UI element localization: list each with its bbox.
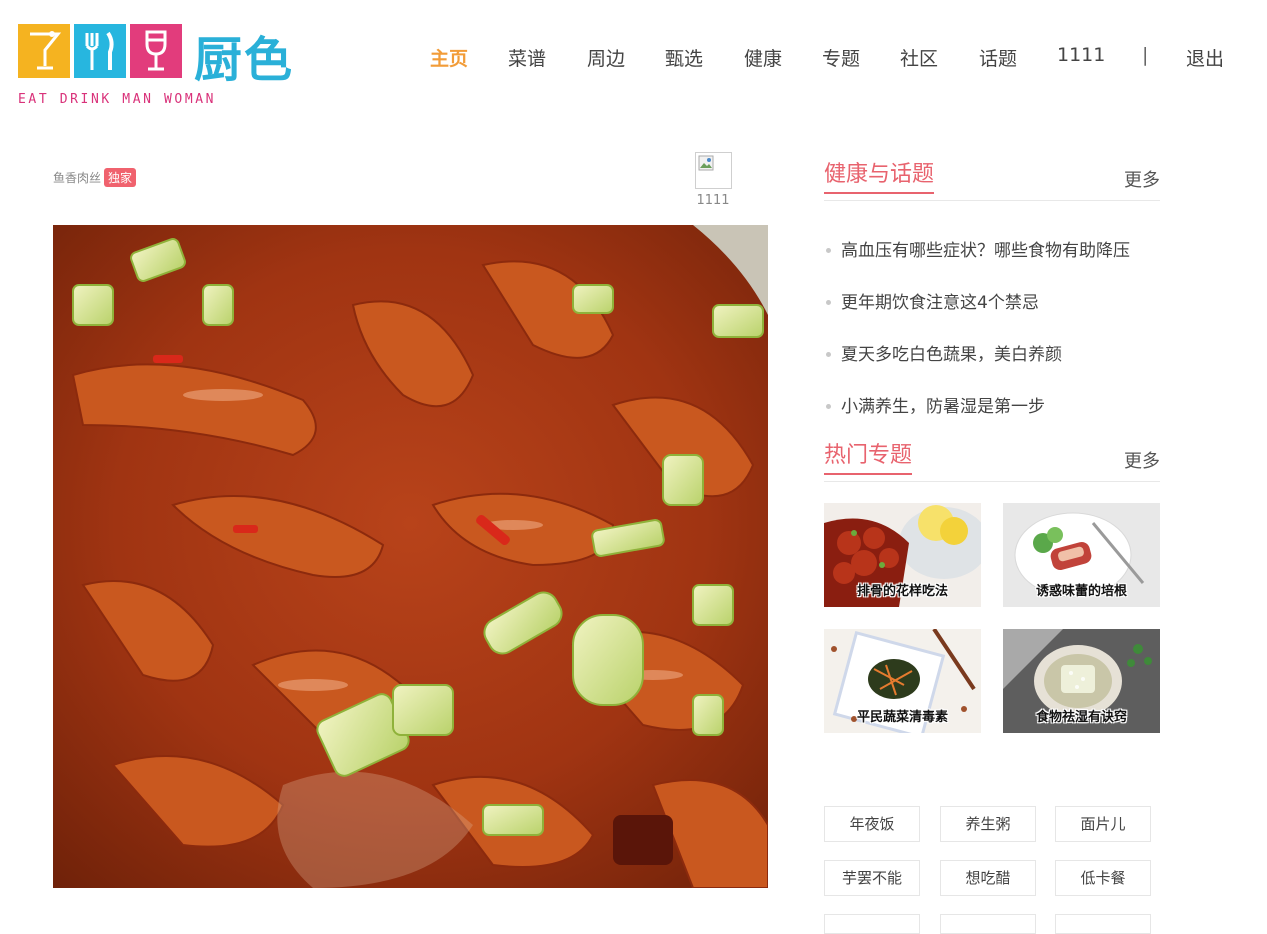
health-more-link[interactable]: 更多 [1124,166,1160,192]
nav-username[interactable]: 1111 [1057,44,1105,66]
nav-topics[interactable]: 话题 [979,44,1017,71]
tag-button[interactable]: 养生粥 [940,806,1036,842]
tag-button[interactable]: 想吃醋 [940,860,1036,896]
topic-caption: 诱惑味蕾的培根 [1035,584,1127,599]
list-item[interactable]: 更年期饮食注意这4个禁忌 [824,277,1160,329]
list-item[interactable]: 夏天多吃白色蔬果，美白养颜 [824,329,1160,381]
author-name[interactable]: 1111 [693,193,733,208]
hot-section-header: 热门专题 更多 [824,437,1160,482]
health-section-title: 健康与话题 [824,156,935,194]
nav-separator: | [1142,44,1149,66]
tag-button[interactable] [1055,914,1151,934]
broken-image-icon [698,155,713,171]
topic-caption: 食物祛湿有诀窍 [1035,710,1127,725]
hot-section-title: 热门专题 [824,437,913,475]
author-info[interactable]: 1111 [693,152,733,208]
health-section-header: 健康与话题 更多 [824,156,1160,201]
article-heading: 鱼香肉丝 独家 [53,168,137,187]
avatar[interactable] [694,152,732,189]
hot-topics-section: 热门专题 更多 排骨的花样吃法 诱惑味蕾的培根 平民蔬菜清毒素 食物祛湿有诀窍 … [824,437,1160,934]
nav-recipes[interactable]: 菜谱 [508,44,546,71]
list-item[interactable]: 高血压有哪些症状？哪些食物有助降压 [824,225,1160,277]
bullet-dot-icon [826,248,831,253]
tag-button[interactable]: 芋罢不能 [824,860,920,896]
health-topic-list: 高血压有哪些症状？哪些食物有助降压 更年期饮食注意这4个禁忌 夏天多吃白色蔬果，… [824,225,1160,433]
bullet-dot-icon [826,404,831,409]
nav-health[interactable]: 健康 [744,44,782,71]
topic-card-vegetable[interactable]: 平民蔬菜清毒素 [824,629,981,733]
fork-knife-icon [74,24,126,78]
dish-photo [53,225,768,888]
nav-nearby[interactable]: 周边 [587,44,625,71]
tag-button[interactable]: 面片儿 [1055,806,1151,842]
nav-community[interactable]: 社区 [900,44,938,71]
health-section: 健康与话题 更多 高血压有哪些症状？哪些食物有助降压 更年期饮食注意这4个禁忌 … [824,156,1160,433]
exclusive-badge: 独家 [104,168,137,187]
topic-card-ribs[interactable]: 排骨的花样吃法 [824,503,981,607]
nav-home[interactable]: 主页 [430,44,468,71]
topic-caption: 排骨的花样吃法 [856,584,948,599]
topic-card-dampness[interactable]: 食物祛湿有诀窍 [1003,629,1160,733]
brand-name: 厨色 [194,32,295,88]
brand-slogan: EAT DRINK MAN WOMAN [18,92,217,107]
hot-topic-grid: 排骨的花样吃法 诱惑味蕾的培根 平民蔬菜清毒素 食物祛湿有诀窍 [824,503,1160,743]
wine-glass-icon [130,24,182,78]
tag-button[interactable]: 低卡餐 [1055,860,1151,896]
article-title: 鱼香肉丝 [53,171,102,185]
bullet-dot-icon [826,300,831,305]
list-item[interactable]: 小满养生，防暑湿是第一步 [824,381,1160,433]
nav-logout[interactable]: 退出 [1186,44,1224,71]
tag-button[interactable]: 年夜饭 [824,806,920,842]
topic-card-bacon[interactable]: 诱惑味蕾的培根 [1003,503,1160,607]
tag-button[interactable] [824,914,920,934]
cocktail-glass-icon [18,24,70,78]
site-logo[interactable]: 厨色 EAT DRINK MAN WOMAN [18,24,308,114]
tag-button[interactable] [940,914,1036,934]
nav-selection[interactable]: 甄选 [665,44,703,71]
nav-special[interactable]: 专题 [822,44,860,71]
hot-more-link[interactable]: 更多 [1124,447,1160,473]
topic-caption: 平民蔬菜清毒素 [856,710,948,725]
bullet-dot-icon [826,352,831,357]
